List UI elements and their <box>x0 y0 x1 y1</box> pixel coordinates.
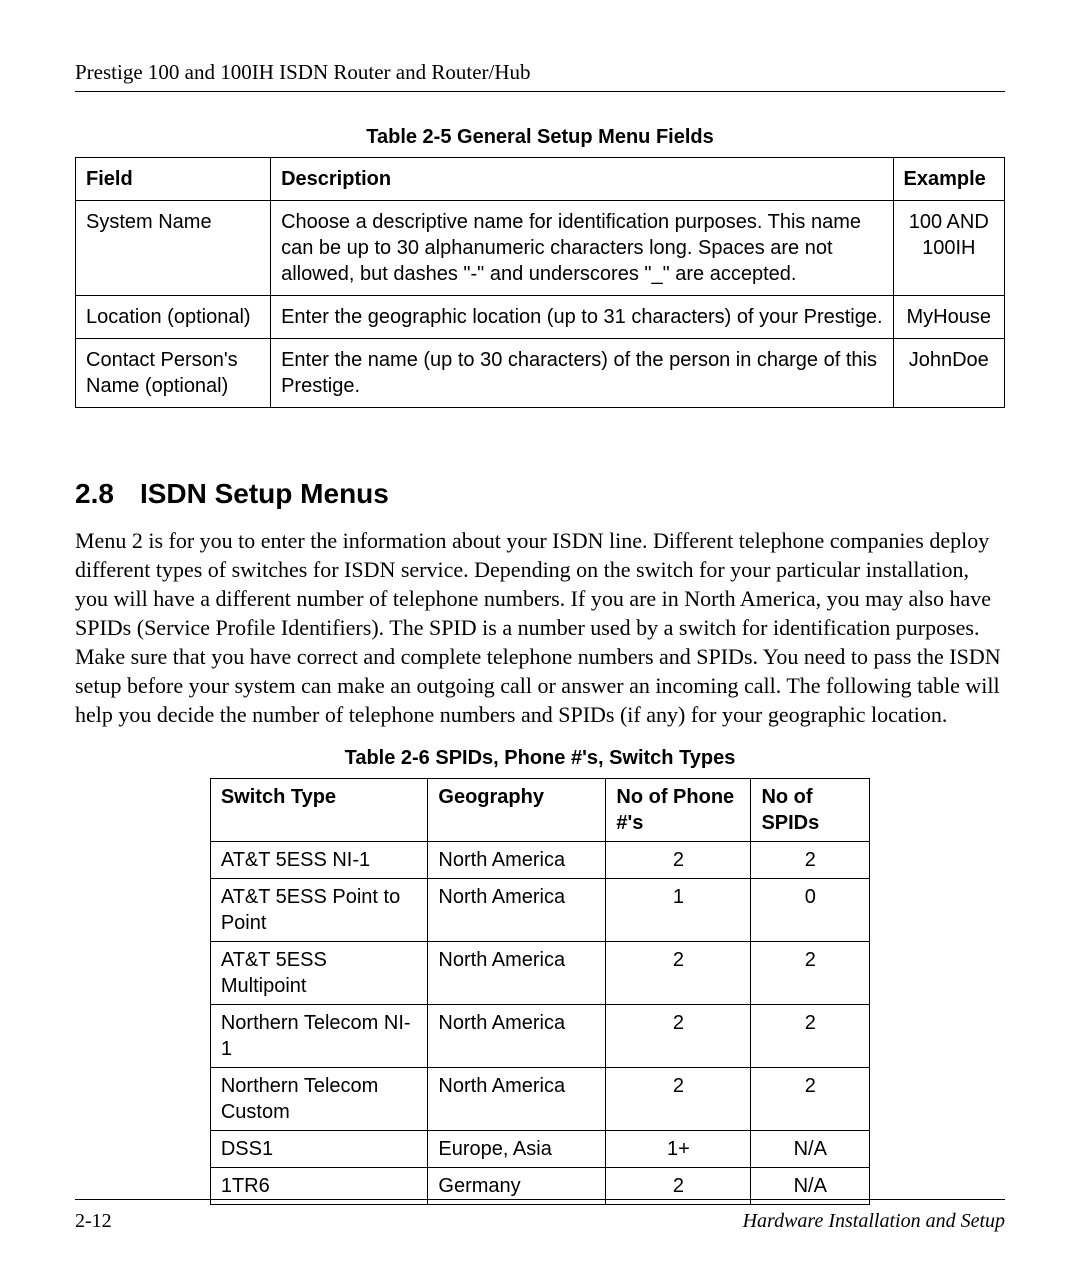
t26-r1-geo: North America <box>428 879 606 942</box>
t26-r3-phones: 2 <box>606 1005 751 1068</box>
section-heading: 2.8 ISDN Setup Menus <box>75 478 1005 510</box>
t25-r2-desc: Enter the name (up to 30 characters) of … <box>271 339 893 408</box>
t26-r1-switch: AT&T 5ESS Point to Point <box>210 879 428 942</box>
t26-r0-geo: North America <box>428 842 606 879</box>
t25-header-description: Description <box>271 158 893 201</box>
t26-r2-spids: 2 <box>751 942 870 1005</box>
t26-r5-geo: Europe, Asia <box>428 1131 606 1168</box>
t26-header-phones: No of Phone #'s <box>606 779 751 842</box>
page-footer: 2-12 Hardware Installation and Setup <box>75 1199 1005 1233</box>
t26-r4-phones: 2 <box>606 1068 751 1131</box>
running-header: Prestige 100 and 100IH ISDN Router and R… <box>75 60 1005 92</box>
t26-r3-switch: Northern Telecom NI-1 <box>210 1005 428 1068</box>
t26-r3-geo: North America <box>428 1005 606 1068</box>
t26-header-spids: No of SPIDs <box>751 779 870 842</box>
page-number: 2-12 <box>75 1210 112 1233</box>
t26-r2-geo: North America <box>428 942 606 1005</box>
table-row: Northern Telecom Custom North America 2 … <box>210 1068 869 1131</box>
section-title: ISDN Setup Menus <box>140 478 389 509</box>
table-2-5: Field Description Example System Name Ch… <box>75 157 1005 408</box>
t25-header-field: Field <box>76 158 271 201</box>
t26-r0-spids: 2 <box>751 842 870 879</box>
t26-header-geo: Geography <box>428 779 606 842</box>
t26-header-switch: Switch Type <box>210 779 428 842</box>
section-number: 2.8 <box>75 478 114 510</box>
t25-r1-field: Location (optional) <box>76 296 271 339</box>
t25-r2-example: JohnDoe <box>893 339 1004 408</box>
t26-r3-spids: 2 <box>751 1005 870 1068</box>
t26-r1-spids: 0 <box>751 879 870 942</box>
t26-r4-geo: North America <box>428 1068 606 1131</box>
t26-r5-switch: DSS1 <box>210 1131 428 1168</box>
table-row: AT&T 5ESS Multipoint North America 2 2 <box>210 942 869 1005</box>
table-row: AT&T 5ESS NI-1 North America 2 2 <box>210 842 869 879</box>
t26-r2-switch: AT&T 5ESS Multipoint <box>210 942 428 1005</box>
t25-r0-example: 100 AND 100IH <box>893 201 1004 296</box>
t26-r0-phones: 2 <box>606 842 751 879</box>
table-row: Northern Telecom NI-1 North America 2 2 <box>210 1005 869 1068</box>
table-2-6-caption: Table 2-6 SPIDs, Phone #'s, Switch Types <box>75 747 1005 770</box>
table-row: AT&T 5ESS Point to Point North America 1… <box>210 879 869 942</box>
running-title: Prestige 100 and 100IH ISDN Router and R… <box>75 60 531 84</box>
t25-r0-desc: Choose a descriptive name for identifica… <box>271 201 893 296</box>
t26-r4-switch: Northern Telecom Custom <box>210 1068 428 1131</box>
t25-r2-field: Contact Person's Name (optional) <box>76 339 271 408</box>
t26-r0-switch: AT&T 5ESS NI-1 <box>210 842 428 879</box>
footer-section-title: Hardware Installation and Setup <box>743 1210 1005 1233</box>
t26-r2-phones: 2 <box>606 942 751 1005</box>
section-paragraph: Menu 2 is for you to enter the informati… <box>75 526 1005 729</box>
t26-r5-spids: N/A <box>751 1131 870 1168</box>
table-2-6: Switch Type Geography No of Phone #'s No… <box>210 778 870 1205</box>
table-2-5-caption: Table 2-5 General Setup Menu Fields <box>75 126 1005 149</box>
t26-r1-phones: 1 <box>606 879 751 942</box>
table-row: System Name Choose a descriptive name fo… <box>76 201 1005 296</box>
table-row: Contact Person's Name (optional) Enter t… <box>76 339 1005 408</box>
table-row: Location (optional) Enter the geographic… <box>76 296 1005 339</box>
t25-r1-example: MyHouse <box>893 296 1004 339</box>
t26-r4-spids: 2 <box>751 1068 870 1131</box>
t25-r0-field: System Name <box>76 201 271 296</box>
table-row: DSS1 Europe, Asia 1+ N/A <box>210 1131 869 1168</box>
t25-r1-desc: Enter the geographic location (up to 31 … <box>271 296 893 339</box>
t26-r5-phones: 1+ <box>606 1131 751 1168</box>
t25-header-example: Example <box>893 158 1004 201</box>
